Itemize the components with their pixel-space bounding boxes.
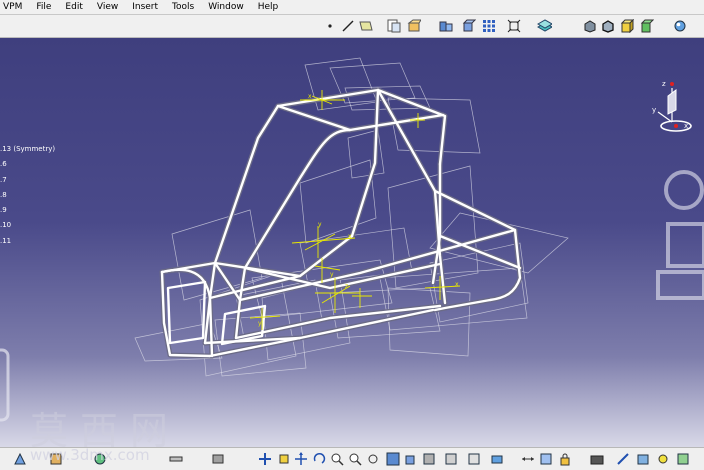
menu-view[interactable]: View <box>90 0 125 14</box>
shading-edges-icon[interactable] <box>600 18 615 33</box>
zoom-in-icon[interactable] <box>329 451 344 466</box>
grid-icon[interactable] <box>481 18 496 33</box>
hybrid-shape-icon[interactable] <box>438 18 453 33</box>
menu-insert[interactable]: Insert <box>125 0 165 14</box>
pan-icon[interactable] <box>293 451 308 466</box>
plane-icon[interactable] <box>358 18 373 33</box>
menu-help[interactable]: Help <box>251 0 286 14</box>
menu-vpm[interactable]: VPM <box>0 0 29 14</box>
shading-icon[interactable] <box>582 18 597 33</box>
compass-x-label: x <box>684 122 688 130</box>
analysis-icon[interactable] <box>489 451 504 466</box>
axis-x-label: x <box>308 93 312 100</box>
cube-icon[interactable] <box>461 18 476 33</box>
line-icon[interactable] <box>340 18 355 33</box>
lock-icon[interactable] <box>557 451 572 466</box>
compass-y-label: y <box>652 106 656 114</box>
axis-x-label: x <box>455 281 459 288</box>
multi-view-icon[interactable] <box>385 451 400 466</box>
dimension-icon[interactable] <box>520 451 535 466</box>
render-icon[interactable] <box>672 18 687 33</box>
iso-view-icon[interactable] <box>403 451 418 466</box>
hide-icon[interactable] <box>210 451 225 466</box>
compass-icon[interactable]: z y x <box>650 78 694 134</box>
tree-item[interactable]: .8 <box>0 188 55 203</box>
material-icon[interactable] <box>537 18 552 33</box>
axis-y-label: y <box>258 320 262 327</box>
left-scroll-decoration <box>0 348 10 422</box>
menu-window[interactable]: Window <box>201 0 251 14</box>
axis-z-label: z <box>345 283 348 290</box>
fly-mode-icon[interactable] <box>12 451 27 466</box>
tree-item[interactable]: .10 <box>0 218 55 233</box>
compass-z-label: z <box>662 80 666 88</box>
zoom-out-icon[interactable] <box>347 451 362 466</box>
menu-tools[interactable]: Tools <box>165 0 201 14</box>
tree-item[interactable]: .6 <box>0 157 55 172</box>
menu-edit[interactable]: Edit <box>58 0 89 14</box>
3d-viewport[interactable]: y x y z x y x .13 (Symmetry) .6 .7 .8 .9… <box>0 38 704 447</box>
tree-item[interactable]: .11 <box>0 234 55 249</box>
axis-y-label: y <box>330 271 334 278</box>
watermark-url: www.3dmx.com <box>30 446 150 464</box>
menu-file[interactable]: File <box>29 0 58 14</box>
depth-effect-icon[interactable] <box>675 451 690 466</box>
tree-item[interactable]: .13 (Symmetry) <box>0 142 55 157</box>
viewer-decoration <box>656 170 704 300</box>
fit-all-icon[interactable] <box>276 451 291 466</box>
measure-icon[interactable] <box>168 451 183 466</box>
rotate-icon[interactable] <box>311 451 326 466</box>
render-style-icon[interactable] <box>635 451 650 466</box>
normal-view-icon[interactable] <box>365 451 380 466</box>
tree-item[interactable]: .9 <box>0 203 55 218</box>
constraint-icon[interactable] <box>538 451 553 466</box>
point-icon[interactable] <box>322 18 337 33</box>
tree-item[interactable]: .7 <box>0 173 55 188</box>
fit-icon[interactable] <box>506 18 521 33</box>
camera-icon[interactable] <box>589 451 604 466</box>
paste-special-icon[interactable] <box>386 18 401 33</box>
shading-icon[interactable] <box>421 451 436 466</box>
wireframe-icon[interactable] <box>639 18 654 33</box>
lighting-icon[interactable] <box>655 451 670 466</box>
axis-y-label: y <box>318 221 322 228</box>
hybrid-shape-icon[interactable] <box>406 18 421 33</box>
specification-tree: .13 (Symmetry) .6 .7 .8 .9 .10 .11 <box>0 142 55 249</box>
swap-space-icon[interactable] <box>466 451 481 466</box>
axis-x-label: x <box>348 233 352 240</box>
fly-icon[interactable] <box>257 451 272 466</box>
apply-material-icon[interactable] <box>615 451 630 466</box>
roll-cage-model[interactable]: y x y z x y x <box>0 38 704 447</box>
top-toolbar <box>0 15 704 38</box>
hide-show-icon[interactable] <box>443 451 458 466</box>
menu-bar: VPM File Edit View Insert Tools Window H… <box>0 0 704 15</box>
box-icon[interactable] <box>619 18 634 33</box>
